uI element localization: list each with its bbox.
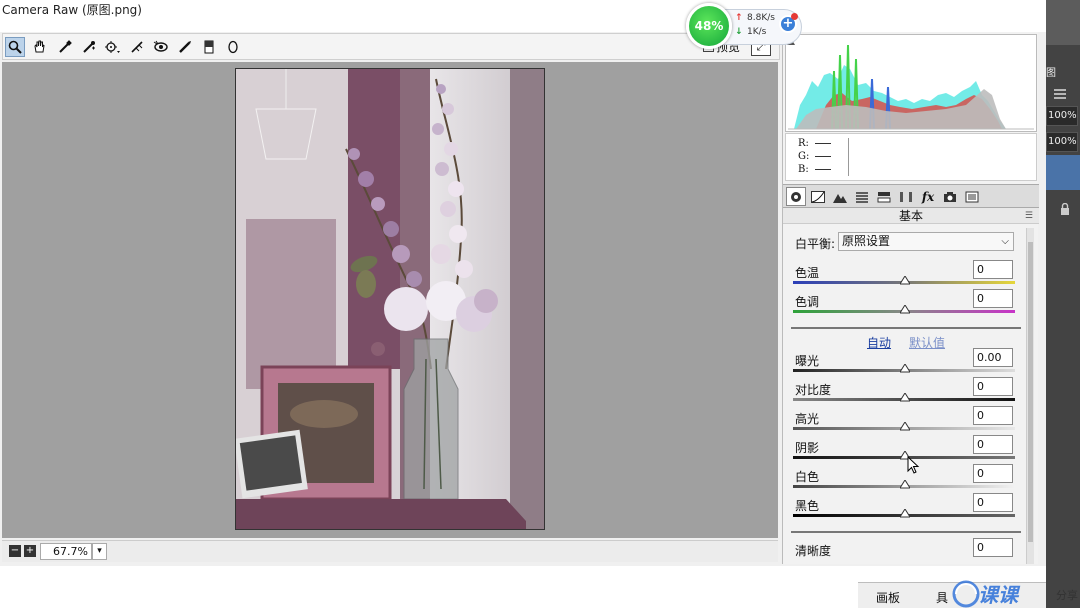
network-usage-circle[interactable]: 48%	[686, 3, 732, 49]
g-label: G:	[798, 151, 810, 162]
zoom-bar: − + 67.7% ▾	[2, 540, 778, 562]
ps-panel-fragment: 图	[1046, 68, 1056, 79]
exposure-slider-thumb[interactable]	[900, 364, 910, 373]
auto-link[interactable]: 自动	[867, 334, 891, 351]
ps-opacity-field[interactable]: 100%	[1046, 106, 1078, 126]
highlights-value[interactable]: 0	[973, 406, 1013, 425]
default-link[interactable]: 默认值	[909, 334, 945, 351]
zoom-in-button[interactable]: +	[24, 545, 36, 557]
highlights-label: 高光	[795, 412, 820, 426]
download-speed: ↓ 1K/s	[735, 27, 767, 37]
tint-value[interactable]: 0	[973, 289, 1013, 308]
white-balance-label: 白平衡:	[795, 237, 836, 251]
panel-tabs: fx	[783, 184, 1039, 208]
zoom-dropdown-icon[interactable]: ▾	[92, 543, 107, 560]
exposure-value[interactable]: 0.00	[973, 348, 1013, 367]
red-eye-removal-tool-icon[interactable]	[175, 37, 195, 57]
spot-removal-tool-icon[interactable]	[151, 37, 171, 57]
tab-presets-icon[interactable]	[962, 187, 982, 206]
whites-slider-thumb[interactable]	[900, 480, 910, 489]
whites-label: 白色	[795, 470, 820, 484]
readout-separator	[848, 138, 849, 176]
toolbar: 预览 ⤢	[2, 33, 780, 60]
temperature-value[interactable]: 0	[973, 260, 1013, 279]
share-label: 分享	[1056, 589, 1078, 602]
watermark-logo: 课课 分享	[940, 574, 1080, 608]
shadows-value[interactable]: 0	[973, 435, 1013, 454]
blacks-slider-thumb[interactable]	[900, 509, 910, 518]
tab-effects-icon[interactable]: fx	[918, 187, 938, 206]
tab-camera-calibration-icon[interactable]	[940, 187, 960, 206]
panel-menu-icon[interactable]: ☰	[1025, 208, 1033, 224]
tab-basic-icon[interactable]	[786, 187, 806, 206]
image-canvas[interactable]	[2, 62, 778, 538]
photoshop-side-header	[1046, 0, 1080, 45]
zoom-out-button[interactable]: −	[9, 545, 21, 557]
tint-label: 色调	[795, 295, 820, 309]
shadows-label: 阴影	[795, 441, 820, 455]
download-speed-value: 1K/s	[747, 27, 767, 37]
straighten-tool-icon[interactable]	[127, 37, 147, 57]
upload-speed-value: 8.8K/s	[747, 13, 775, 23]
contrast-value[interactable]: 0	[973, 377, 1013, 396]
adjustment-brush-icon[interactable]	[199, 37, 219, 57]
hand-tool-icon[interactable]	[29, 37, 49, 57]
blacks-control: 黑色 0	[783, 493, 1023, 527]
rgb-readout: R: G: B:	[785, 133, 1037, 181]
b-value	[814, 169, 831, 170]
notification-dot	[791, 13, 798, 20]
exposure-label: 曝光	[795, 354, 820, 368]
graduated-filter-icon[interactable]	[223, 37, 243, 57]
right-panel: R: G: B: fx 基本 ☰ 白平衡: 原照设置 ⌵ 色温 0 色调 0 自	[782, 32, 1039, 564]
contrast-slider-thumb[interactable]	[900, 393, 910, 402]
color-sampler-tool-icon[interactable]	[79, 37, 99, 57]
ps-menu-icon[interactable]	[1053, 88, 1067, 100]
tab-hsl-icon[interactable]	[852, 187, 872, 206]
tab-lens-corrections-icon[interactable]	[896, 187, 916, 206]
divider	[791, 327, 1021, 329]
photo-preview	[234, 68, 545, 530]
tint-slider-thumb[interactable]	[900, 305, 910, 314]
svg-text:课课: 课课	[978, 583, 1021, 607]
tint-control: 色调 0	[783, 289, 1023, 323]
temperature-slider-thumb[interactable]	[900, 276, 910, 285]
whites-value[interactable]: 0	[973, 464, 1013, 483]
window-title: Camera Raw (原图.png)	[2, 3, 142, 17]
g-value	[815, 156, 832, 157]
b-label: B:	[798, 164, 809, 175]
panel-scrollbar[interactable]	[1026, 228, 1034, 564]
blacks-value[interactable]: 0	[973, 493, 1013, 512]
highlights-slider-thumb[interactable]	[900, 422, 910, 431]
title-bar: Camera Raw (原图.png)	[0, 0, 1046, 32]
section-title: 基本	[898, 209, 923, 223]
targeted-adjustment-tool-icon[interactable]	[103, 37, 123, 57]
white-balance-value: 原照设置	[842, 234, 891, 248]
lock-icon	[1061, 203, 1069, 215]
zoom-tool-icon[interactable]	[5, 37, 25, 57]
blacks-label: 黑色	[795, 499, 820, 513]
contrast-label: 对比度	[795, 383, 832, 397]
scrollbar-thumb[interactable]	[1028, 242, 1033, 542]
artboard-tab[interactable]: 画板	[876, 589, 900, 606]
white-balance-select[interactable]: 原照设置 ⌵	[838, 232, 1014, 251]
network-boost-icon[interactable]: +	[779, 13, 798, 33]
tab-detail-icon[interactable]	[830, 187, 850, 206]
tab-split-toning-icon[interactable]	[874, 187, 894, 206]
r-label: R:	[798, 138, 809, 149]
white-balance-tool-icon[interactable]	[55, 37, 75, 57]
r-value	[814, 143, 831, 144]
temperature-label: 色温	[795, 266, 820, 280]
tab-tone-curve-icon[interactable]	[808, 187, 828, 206]
histogram	[785, 34, 1037, 132]
section-header: 基本 ☰	[783, 208, 1039, 224]
chevron-down-icon: ⌵	[1001, 236, 1009, 247]
ps-selected-layer[interactable]	[1046, 155, 1080, 190]
ps-fill-field[interactable]: 100%	[1046, 132, 1078, 152]
divider	[791, 531, 1021, 533]
mouse-cursor-icon	[907, 456, 920, 474]
clarity-value[interactable]: 0	[973, 538, 1013, 557]
zoom-level-field[interactable]: 67.7%	[40, 543, 92, 560]
clarity-label: 清晰度	[795, 544, 832, 558]
upload-speed: ↑ 8.8K/s	[735, 13, 775, 23]
